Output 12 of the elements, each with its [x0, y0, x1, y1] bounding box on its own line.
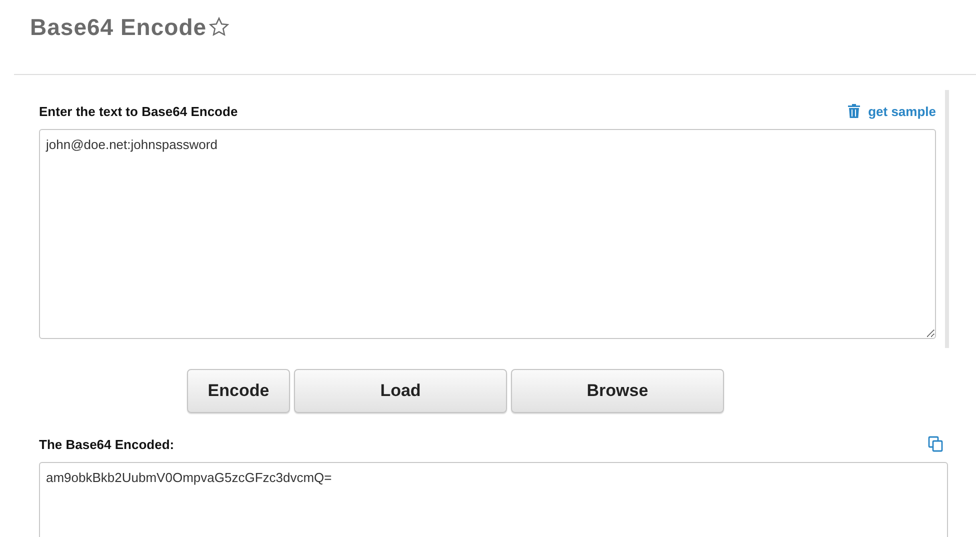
output-label: The Base64 Encoded:: [39, 436, 174, 452]
output-field[interactable]: am9obkBkb2UubmV0OmpvaG5zcGFzc3dvcmQ=: [39, 462, 948, 537]
load-button[interactable]: Load: [294, 369, 507, 413]
star-icon[interactable]: [208, 16, 230, 38]
input-label: Enter the text to Base64 Encode: [39, 104, 238, 118]
copy-icon[interactable]: [928, 436, 944, 452]
get-sample-link[interactable]: get sample: [848, 104, 936, 118]
encode-button[interactable]: Encode: [187, 369, 290, 413]
page-title: Base64 Encode: [30, 14, 207, 40]
input-field[interactable]: john@doe.net:johnspassword: [39, 129, 936, 339]
browse-button[interactable]: Browse: [511, 369, 724, 413]
trash-icon: [848, 104, 860, 118]
